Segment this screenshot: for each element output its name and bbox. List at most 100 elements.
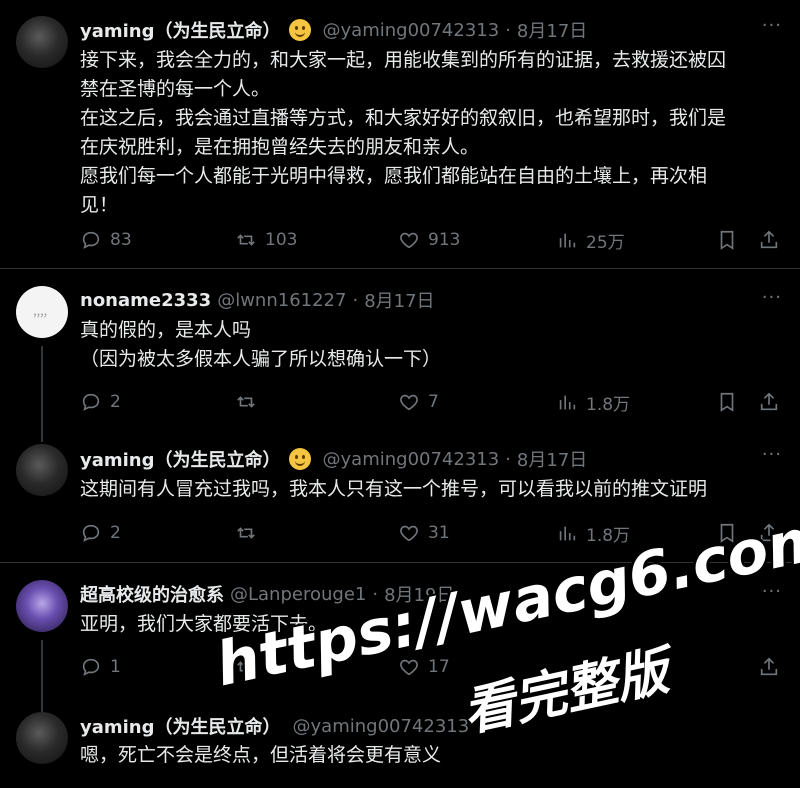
tweet-4[interactable]: 超高校级的治愈系 @Lanperouge1 · 8月19日 ··· 亚明，我们大… [0, 564, 800, 712]
tweet-text-line: 亚明，我们大家都要活下去。 [80, 613, 328, 635]
heart-icon [400, 394, 418, 411]
analytics-icon [559, 233, 576, 248]
bookmark-button[interactable] [716, 518, 738, 548]
views-button[interactable]: 1.8万 [556, 518, 630, 548]
tweet-2[interactable]: ，，，， noname2333 @lwnn161227 · 8月17日 ··· … [0, 270, 800, 442]
display-name[interactable]: 超高校级的治愈系 [80, 581, 224, 607]
share-icon [760, 230, 778, 249]
retweet-icon [237, 234, 255, 246]
tweet-5[interactable]: yaming（为生民立命） @yaming00742313 嗯，死亡不会是终点，… [0, 698, 800, 788]
analytics-icon [559, 526, 576, 541]
tweet-header: 超高校级的治愈系 @Lanperouge1 · 8月19日 [80, 581, 454, 607]
like-count: 31 [428, 523, 450, 543]
tweet-header: yaming（为生民立命） @yaming00742313 [80, 713, 469, 739]
reply-button[interactable]: 2 [80, 518, 121, 548]
tweet-text-line: （因为被太多假本人骗了所以想确认一下） [80, 348, 442, 370]
reply-count: 83 [110, 230, 132, 250]
tweet-header: yaming（为生民立命） @yaming00742313 · 8月17日 [80, 17, 587, 43]
like-button[interactable]: 17 [398, 652, 450, 682]
more-options-icon[interactable]: ··· [762, 444, 782, 465]
smiley-emoji-icon [288, 19, 311, 41]
tweet-text: 这期间有人冒充过我吗，我本人只有这一个推号，可以看我以前的推文证明 [80, 475, 780, 504]
separator-dot: · [505, 19, 511, 41]
share-button[interactable] [758, 387, 780, 417]
tweet-text-line: 见！ [80, 194, 119, 216]
tweet-1[interactable]: yaming（为生民立命） @yaming00742313 · 8月17日 ··… [0, 0, 800, 268]
bookmark-icon [720, 523, 734, 543]
share-button[interactable] [758, 225, 780, 255]
like-button[interactable]: 913 [398, 225, 460, 255]
retweet-icon [237, 527, 255, 539]
tweet-text: 亚明，我们大家都要活下去。 [80, 610, 780, 639]
avatar[interactable] [16, 444, 68, 496]
bookmark-button[interactable] [716, 225, 738, 255]
share-icon [760, 523, 778, 542]
share-button[interactable] [758, 652, 780, 682]
reply-icon [82, 658, 100, 676]
display-name[interactable]: noname2333 [80, 290, 211, 311]
reply-count: 2 [110, 392, 121, 412]
tweet-text-line: 真的假的，是本人吗 [80, 319, 252, 341]
tweet-date[interactable]: 8月19日 [384, 581, 454, 607]
like-button[interactable]: 31 [398, 518, 450, 548]
retweet-button[interactable]: 103 [235, 225, 297, 255]
more-options-icon[interactable]: ··· [762, 581, 782, 602]
reply-count: 1 [110, 657, 121, 677]
avatar[interactable]: ，，，， [16, 286, 68, 338]
divider [0, 562, 800, 563]
retweet-button[interactable] [235, 387, 265, 417]
views-button[interactable]: 1.8万 [556, 387, 630, 417]
avatar[interactable] [16, 712, 68, 764]
tweet-text-line: 接下来，我会全力的，和大家一起，用能收集到的所有的证据，去救援还被囚 [80, 49, 727, 71]
like-count: 913 [428, 230, 461, 250]
view-count: 25万 [586, 232, 625, 253]
tweet-text: 真的假的，是本人吗 （因为被太多假本人骗了所以想确认一下） [80, 316, 780, 374]
tweet-date[interactable]: 8月17日 [364, 287, 434, 313]
tweet-header: noname2333 @lwnn161227 · 8月17日 [80, 287, 435, 313]
user-handle[interactable]: @yaming00742313 [323, 449, 500, 470]
heart-icon [400, 232, 418, 249]
user-handle[interactable]: @yaming00742313 [323, 20, 500, 41]
separator-dot: · [372, 583, 379, 605]
reply-icon [82, 231, 100, 249]
separator-dot: · [505, 448, 511, 470]
tweet-text-line: 愿我们每一个人都能于光明中得救，愿我们都能站在自由的土壤上，再次相 [80, 165, 708, 187]
tweet-3[interactable]: yaming（为生民立命） @yaming00742313 · 8月17日 ··… [0, 432, 800, 560]
display-name[interactable]: yaming（为生民立命） [80, 713, 281, 739]
share-icon [760, 392, 778, 411]
reply-button[interactable]: 1 [80, 652, 121, 682]
tweet-text-line: 禁在圣博的每一个人。 [80, 78, 271, 100]
avatar[interactable] [16, 16, 68, 68]
retweet-button[interactable] [235, 652, 265, 682]
reply-button[interactable]: 83 [80, 225, 132, 255]
tweet-text-line: 在庆祝胜利，是在拥抱曾经失去的朋友和亲人。 [80, 136, 480, 158]
bookmark-button[interactable] [716, 387, 738, 417]
display-name[interactable]: yaming（为生民立命） [80, 446, 281, 472]
avatar[interactable] [16, 580, 68, 632]
bookmark-icon [720, 230, 734, 250]
like-count: 17 [428, 657, 450, 677]
share-button[interactable] [758, 518, 780, 548]
user-handle[interactable]: @yaming00742313 [293, 716, 470, 737]
like-count: 7 [428, 392, 439, 412]
display-name[interactable]: yaming（为生民立命） [80, 17, 281, 43]
tweet-text-line: 这期间有人冒充过我吗，我本人只有这一个推号，可以看我以前的推文证明 [80, 478, 708, 500]
retweet-icon [237, 396, 255, 408]
more-options-icon[interactable]: ··· [762, 15, 782, 36]
user-handle[interactable]: @Lanperouge1 [230, 584, 366, 605]
reply-button[interactable]: 2 [80, 387, 121, 417]
user-handle[interactable]: @lwnn161227 [217, 290, 346, 311]
share-icon [760, 657, 778, 676]
tweet-actions: 1 17 [80, 652, 780, 682]
more-options-icon[interactable]: ··· [762, 287, 782, 308]
tweet-date[interactable]: 8月17日 [517, 446, 587, 472]
tweet-date[interactable]: 8月17日 [517, 17, 587, 43]
retweet-button[interactable] [235, 518, 265, 548]
view-count: 1.8万 [586, 525, 631, 546]
tweet-text: 接下来，我会全力的，和大家一起，用能收集到的所有的证据，去救援还被囚 禁在圣博的… [80, 46, 780, 220]
avatar-placeholder-text: ，，，， [32, 306, 53, 319]
retweet-count: 103 [265, 230, 298, 250]
views-button[interactable]: 25万 [556, 225, 625, 255]
like-button[interactable]: 7 [398, 387, 439, 417]
tweet-text: 嗯，死亡不会是终点，但活着将会更有意义 [80, 741, 780, 770]
